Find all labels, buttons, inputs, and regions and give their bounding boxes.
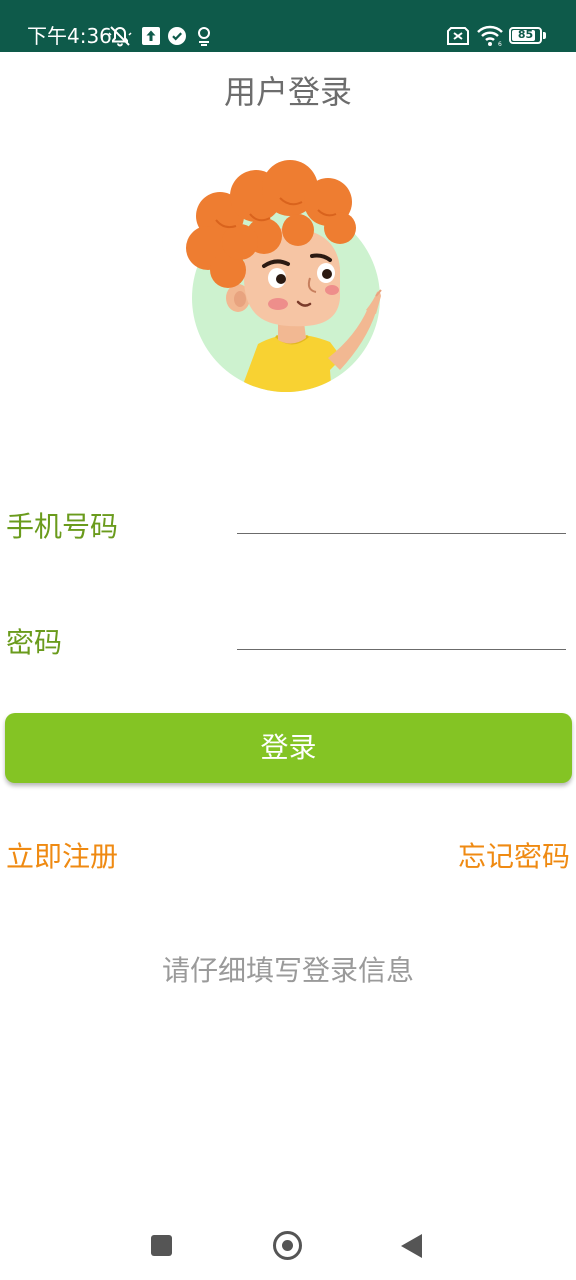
check-circle-icon <box>168 27 186 45</box>
page-title: 用户登录 <box>223 73 352 111</box>
back-icon[interactable] <box>401 1234 422 1258</box>
forgot-password-link[interactable]: 忘记密码 <box>458 838 570 876</box>
home-icon[interactable] <box>273 1231 302 1260</box>
battery-tip <box>543 32 546 39</box>
battery-icon: 85 <box>509 27 542 44</box>
upload-icon <box>142 27 160 45</box>
svg-text:6: 6 <box>498 41 502 47</box>
hint-text: 请仔细填写登录信息 <box>161 954 414 987</box>
cartoon-boy-avatar <box>186 160 382 392</box>
register-link[interactable]: 立即注册 <box>6 838 118 876</box>
password-input[interactable] <box>237 610 566 650</box>
phone-label: 手机号码 <box>6 510 119 543</box>
phone-input[interactable] <box>237 494 566 534</box>
wifi-icon: 6 <box>477 25 503 47</box>
status-time: 下午4:36 <box>27 24 112 48</box>
battery-level: 85 <box>517 28 534 41</box>
sim-off-icon <box>447 27 469 45</box>
recent-apps-icon[interactable] <box>151 1235 172 1256</box>
notifications-off-icon <box>108 26 132 47</box>
home-dot <box>282 1240 293 1251</box>
login-button[interactable]: 登录 <box>5 713 572 783</box>
nav-bar <box>0 1210 576 1280</box>
location-icon <box>198 27 210 46</box>
status-bar: 下午4:36 6 85 <box>0 0 576 52</box>
password-label: 密码 <box>6 626 63 659</box>
